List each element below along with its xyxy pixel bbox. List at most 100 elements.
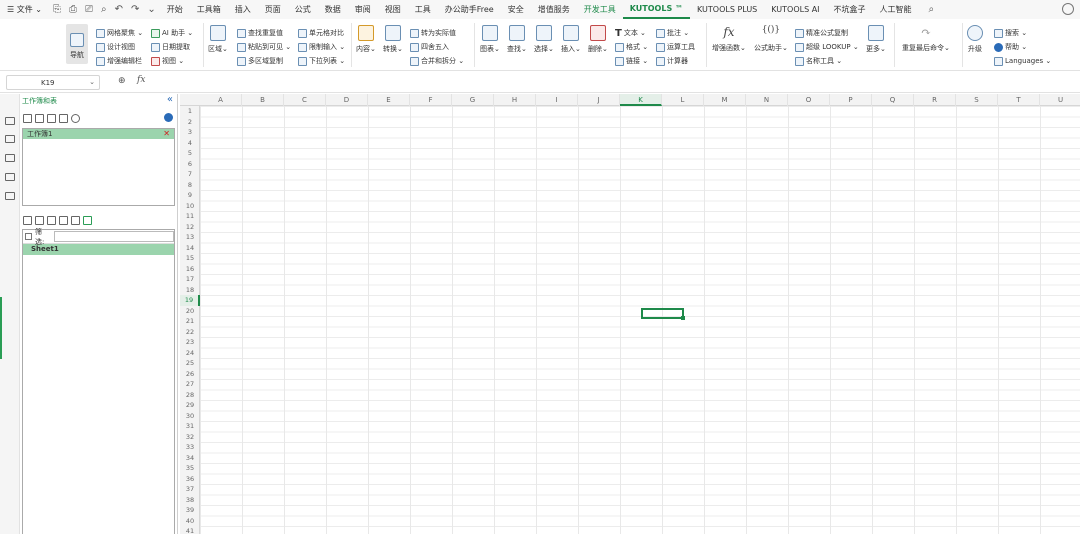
workbook-item[interactable]: 工作簿1 ✕ — [23, 129, 174, 139]
tab-14[interactable]: KUTOOLS PLUS — [690, 0, 764, 19]
convert-button[interactable]: 转换⌄ — [383, 25, 403, 54]
row-header[interactable]: 32 — [180, 432, 200, 443]
sheet-edit-icon[interactable] — [35, 216, 44, 225]
column-header-G[interactable]: G — [452, 94, 494, 106]
column-header-Q[interactable]: Q — [872, 94, 914, 106]
content-button[interactable]: 内容⌄ — [356, 25, 376, 54]
help-circle-icon[interactable] — [164, 113, 173, 122]
workbook-icon[interactable] — [5, 117, 15, 125]
sort-desc-icon[interactable] — [47, 114, 56, 123]
sheet-calc-icon[interactable] — [59, 216, 68, 225]
column-header-O[interactable]: O — [788, 94, 830, 106]
print-area-icon[interactable] — [5, 154, 15, 162]
languages-button[interactable]: Languages ⌄ — [994, 55, 1051, 67]
close-icon[interactable]: ✕ — [163, 129, 170, 139]
tab-10[interactable]: 安全 — [501, 0, 531, 19]
row-header[interactable]: 3 — [180, 127, 200, 138]
tab-13[interactable]: KUTOOLS ™ — [622, 0, 690, 19]
help-button[interactable]: 帮助 ⌄ — [994, 41, 1027, 53]
tab-9[interactable]: 办公助手Free — [438, 0, 501, 19]
tab-11[interactable]: 增值服务 — [531, 0, 577, 19]
row-header[interactable]: 5 — [180, 148, 200, 159]
row-header[interactable]: 14 — [180, 243, 200, 254]
chart-button[interactable]: 图表⌄ — [480, 25, 500, 54]
row-header[interactable]: 26 — [180, 369, 200, 380]
save-icon[interactable]: ⎘ — [49, 4, 65, 15]
view-button[interactable]: 视图 ⌄ — [151, 55, 184, 67]
tab-4[interactable]: 公式 — [288, 0, 318, 19]
merge-split-button[interactable]: 合并和拆分 ⌄ — [410, 55, 464, 67]
column-header-U[interactable]: U — [1040, 94, 1080, 106]
calc-tools-button[interactable]: 运算工具 — [656, 41, 695, 53]
column-header-J[interactable]: J — [578, 94, 620, 106]
undo-icon[interactable]: ↶ — [111, 4, 127, 15]
selected-cell[interactable] — [641, 308, 685, 320]
tab-12[interactable]: 开发工具 — [577, 0, 623, 19]
design-view-button[interactable]: 设计视图 — [96, 41, 135, 53]
row-header[interactable]: 11 — [180, 211, 200, 222]
save-all-icon[interactable] — [59, 114, 68, 123]
nav-button[interactable]: 导航 — [66, 24, 88, 64]
column-header-I[interactable]: I — [536, 94, 578, 106]
select-button[interactable]: 选择⌄ — [534, 25, 554, 54]
column-header-K[interactable]: K — [620, 94, 662, 106]
date-pick-button[interactable]: 日期提取 — [151, 41, 190, 53]
cell-area[interactable] — [200, 106, 1080, 534]
export-icon[interactable]: ⎙ — [65, 4, 81, 15]
row-header[interactable]: 4 — [180, 138, 200, 149]
row-header[interactable]: 17 — [180, 274, 200, 285]
column-header-T[interactable]: T — [998, 94, 1040, 106]
zoom-icon[interactable]: ⊕ — [118, 76, 126, 86]
search-icon[interactable]: ⌕ — [925, 4, 939, 15]
column-header-P[interactable]: P — [830, 94, 872, 106]
column-list-icon[interactable] — [5, 173, 15, 181]
more-formula-button[interactable]: 更多⌄ — [866, 25, 886, 54]
sort-asc-icon[interactable] — [35, 114, 44, 123]
row-header[interactable]: 38 — [180, 495, 200, 506]
row-header[interactable]: 13 — [180, 232, 200, 243]
tab-1[interactable]: 工具箱 — [190, 0, 228, 19]
sheet-refresh-icon[interactable] — [83, 216, 92, 225]
wide-edit-button[interactable]: 增强编辑栏 — [96, 55, 142, 67]
tab-15[interactable]: KUTOOLS AI — [764, 0, 826, 19]
paste-visible-button[interactable]: 粘贴到可见 ⌄ — [237, 41, 291, 53]
row-header[interactable]: 40 — [180, 516, 200, 527]
column-header-N[interactable]: N — [746, 94, 788, 106]
row-header[interactable]: 12 — [180, 222, 200, 233]
name-box[interactable]: K19 ⌄ — [6, 75, 100, 90]
row-header[interactable]: 41 — [180, 526, 200, 534]
round-button[interactable]: 四舍五入 — [410, 41, 449, 53]
row-header[interactable]: 25 — [180, 358, 200, 369]
delete-button[interactable]: 删除⌄ — [588, 25, 608, 54]
to-actual-button[interactable]: 转为实际值 — [410, 27, 456, 39]
tab-0[interactable]: 开始 — [160, 0, 190, 19]
redo-last-command-button[interactable]: ↷ 重复最后命令⌄ — [902, 25, 950, 53]
row-header[interactable]: 10 — [180, 201, 200, 212]
row-header[interactable]: 34 — [180, 453, 200, 464]
dropdown-list-button[interactable]: 下拉列表 ⌄ — [298, 55, 345, 67]
find-replace-icon[interactable] — [5, 192, 15, 200]
row-header[interactable]: 21 — [180, 316, 200, 327]
row-header[interactable]: 2 — [180, 117, 200, 128]
column-header-F[interactable]: F — [410, 94, 452, 106]
row-header[interactable]: 39 — [180, 505, 200, 516]
column-header-H[interactable]: H — [494, 94, 536, 106]
tab-7[interactable]: 视图 — [378, 0, 408, 19]
filter-checkbox[interactable] — [25, 233, 32, 240]
row-header[interactable]: 36 — [180, 474, 200, 485]
redo-icon[interactable]: ↷ — [127, 4, 143, 15]
limit-input-button[interactable]: 限制输入 ⌄ — [298, 41, 345, 53]
find-button[interactable]: 查找⌄ — [507, 25, 527, 54]
column-header-A[interactable]: A — [200, 94, 242, 106]
filter-input[interactable] — [54, 231, 174, 242]
sheet-item[interactable]: Sheet1 — [23, 244, 174, 255]
column-header-M[interactable]: M — [704, 94, 746, 106]
row-header[interactable]: 19 — [180, 295, 200, 306]
row-header[interactable]: 8 — [180, 180, 200, 191]
column-header-R[interactable]: R — [914, 94, 956, 106]
menu-icon[interactable] — [23, 114, 32, 123]
row-header[interactable]: 23 — [180, 337, 200, 348]
row-header[interactable]: 6 — [180, 159, 200, 170]
row-header[interactable]: 28 — [180, 390, 200, 401]
file-menu[interactable]: ☰ 文件 ⌄ — [0, 0, 49, 19]
